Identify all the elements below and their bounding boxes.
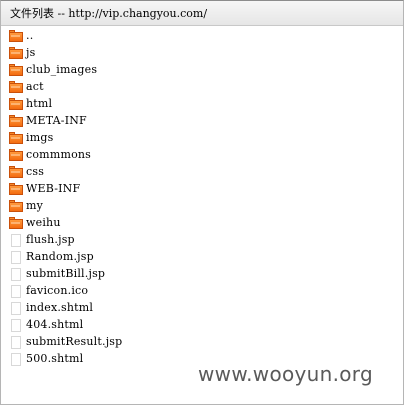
item-name: submitBill.jsp <box>26 267 106 280</box>
folder-icon <box>8 165 24 179</box>
file-list-window: 文件列表 -- http://vip.changyou.com/ .. js clu… <box>0 0 404 405</box>
item-name: .. <box>26 29 34 42</box>
folder-list-item[interactable]: html <box>8 95 398 112</box>
folder-list-item[interactable]: weihu <box>8 214 398 231</box>
file-icon <box>8 335 24 349</box>
file-list-item[interactable]: favicon.ico <box>8 282 398 299</box>
item-name: imgs <box>26 131 54 144</box>
folder-list-item[interactable]: css <box>8 163 398 180</box>
file-icon <box>8 233 24 247</box>
folder-icon <box>8 114 24 128</box>
folder-icon <box>8 97 24 111</box>
item-name: favicon.ico <box>26 284 89 297</box>
item-name: commmons <box>26 148 92 161</box>
file-list-header: 文件列表 -- http://vip.changyou.com/ <box>1 1 403 26</box>
folder-list-item[interactable]: club_images <box>8 61 398 78</box>
watermark: www.wooyun.org <box>198 362 373 386</box>
item-name: my <box>26 199 44 212</box>
item-name: html <box>26 97 53 110</box>
item-name: META-INF <box>26 114 87 127</box>
folder-icon <box>8 46 24 60</box>
folder-list-item[interactable]: META-INF <box>8 112 398 129</box>
file-icon <box>8 284 24 298</box>
folder-list-item[interactable]: act <box>8 78 398 95</box>
file-list-item[interactable]: submitResult.jsp <box>8 333 398 350</box>
file-list-item[interactable]: submitBill.jsp <box>8 265 398 282</box>
folder-list-item[interactable]: WEB-INF <box>8 180 398 197</box>
folder-icon <box>8 148 24 162</box>
folder-list-item[interactable]: imgs <box>8 129 398 146</box>
folder-icon <box>8 216 24 230</box>
item-name: flush.jsp <box>26 233 75 246</box>
item-name: 500.shtml <box>26 352 84 365</box>
item-name: 404.shtml <box>26 318 84 331</box>
file-icon <box>8 352 24 366</box>
file-list-item[interactable]: flush.jsp <box>8 231 398 248</box>
file-list-item[interactable]: Random.jsp <box>8 248 398 265</box>
folder-list-item[interactable]: commmons <box>8 146 398 163</box>
file-icon <box>8 318 24 332</box>
file-list-item[interactable]: 404.shtml <box>8 316 398 333</box>
item-name: submitResult.jsp <box>26 335 123 348</box>
item-name: club_images <box>26 63 98 76</box>
file-icon <box>8 250 24 264</box>
folder-list-item[interactable]: .. <box>8 27 398 44</box>
item-name: js <box>26 46 36 59</box>
folder-icon <box>8 182 24 196</box>
file-list: .. js club_imagesact html META-INF imgs commmo… <box>8 27 398 367</box>
item-name: WEB-INF <box>26 182 81 195</box>
item-name: index.shtml <box>26 301 94 314</box>
folder-list-item[interactable]: js <box>8 44 398 61</box>
item-name: act <box>26 80 44 93</box>
file-icon <box>8 267 24 281</box>
folder-icon <box>8 131 24 145</box>
folder-icon <box>8 80 24 94</box>
folder-icon <box>8 199 24 213</box>
item-name: css <box>26 165 45 178</box>
item-name: Random.jsp <box>26 250 94 263</box>
item-name: weihu <box>26 216 61 229</box>
file-list-item[interactable]: index.shtml <box>8 299 398 316</box>
folder-icon <box>8 29 24 43</box>
file-icon <box>8 301 24 315</box>
folder-list-item[interactable]: my <box>8 197 398 214</box>
folder-icon <box>8 63 24 77</box>
